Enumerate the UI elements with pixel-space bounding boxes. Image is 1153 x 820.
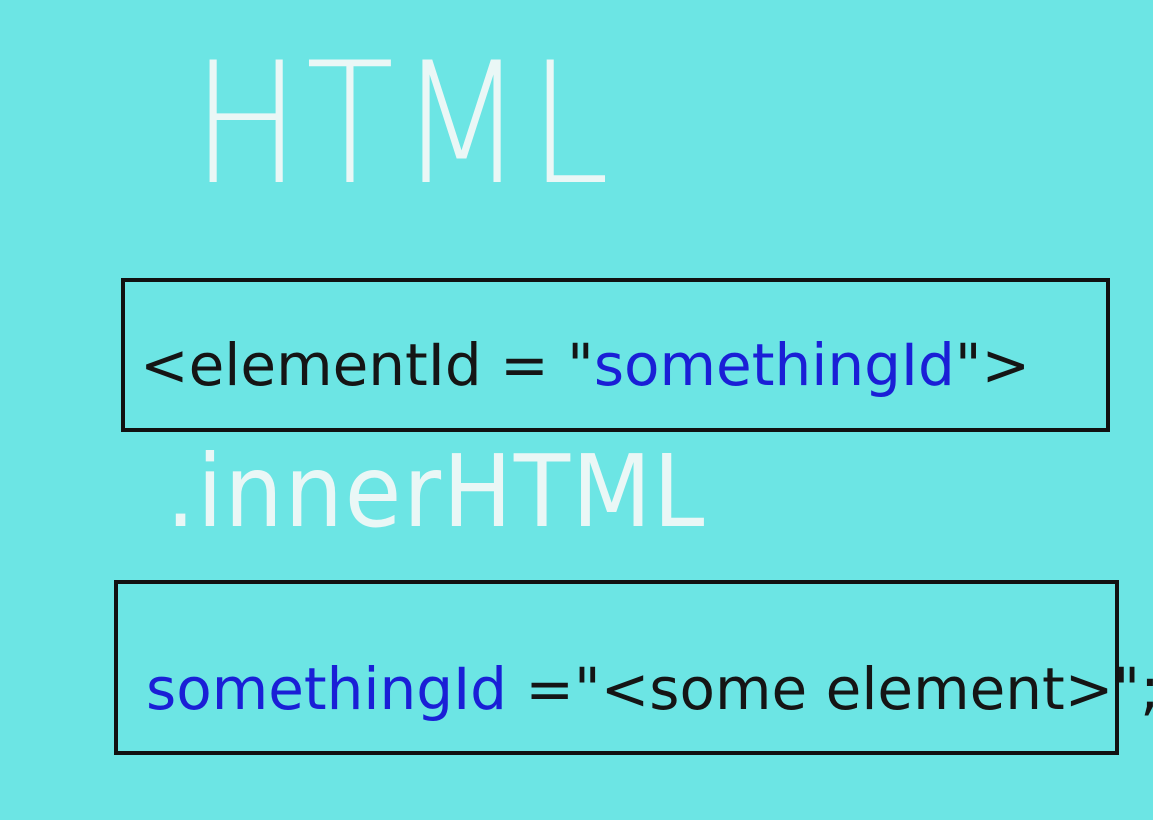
element-id-code: <elementId = "somethingId"> [140,336,1030,394]
assignment-target: somethingId [146,655,507,723]
element-id-suffix: "> [954,331,1031,399]
html-heading: HTML [192,26,615,222]
inner-html-label: .innerHTML [166,433,707,550]
assignment-value: ="<some element>"; [507,655,1153,723]
element-id-value: somethingId [593,331,955,399]
element-id-prefix: <elementId = " [140,331,594,399]
assignment-code: somethingId ="<some element>"; [146,660,1153,718]
